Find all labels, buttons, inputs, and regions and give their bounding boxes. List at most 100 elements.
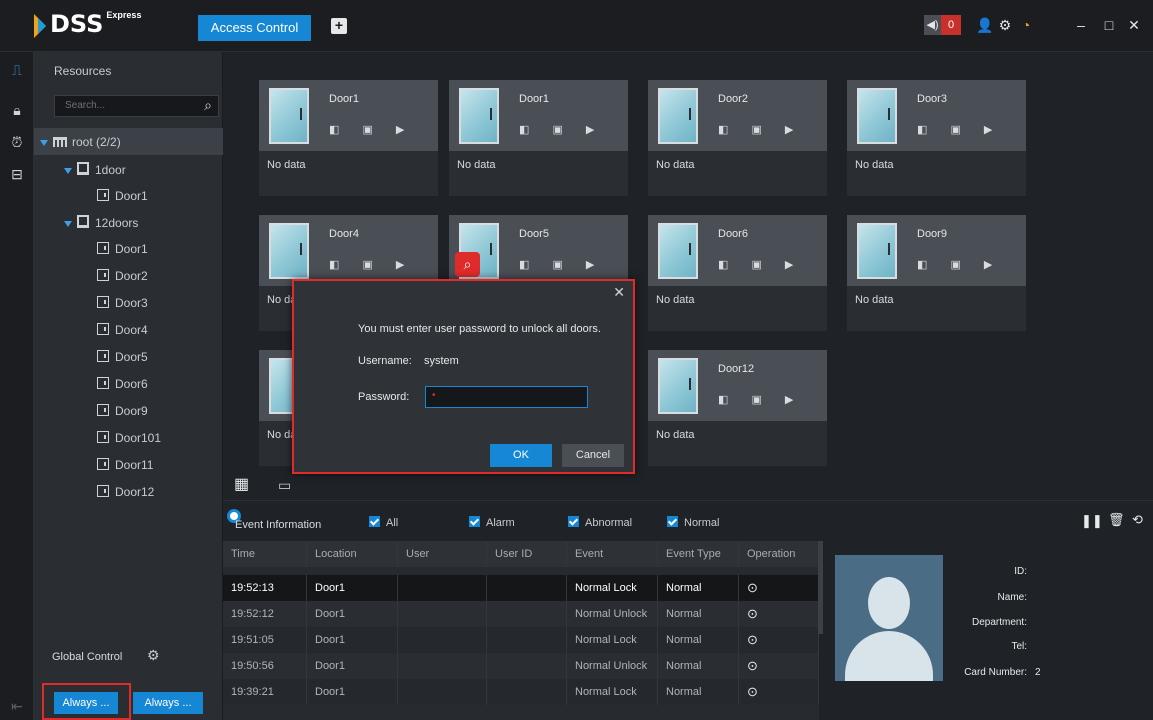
filter-label: All [386, 517, 399, 529]
filter-abnormal-checkbox[interactable]: Abnormal [568, 516, 632, 529]
table-row[interactable]: 19:52:12 Door1 Normal Unlock Normal ⊙ [223, 601, 819, 627]
alarm-indicator[interactable]: ◀) 0 [924, 15, 961, 35]
tree-door-item[interactable]: Door1 [97, 236, 148, 262]
expand-icon[interactable] [64, 220, 72, 227]
column-header[interactable]: Time [223, 541, 307, 567]
view-icon[interactable]: ⊙ [747, 632, 758, 647]
door-control-icons[interactable]: ◧ ▣ ▶ [718, 393, 803, 406]
tree-door-item[interactable]: Door4 [97, 317, 148, 343]
minimize-icon[interactable]: – [1072, 16, 1090, 34]
briefcase-icon[interactable]: ⊟ [7, 164, 27, 184]
checkbox-icon[interactable] [469, 516, 480, 527]
search-icon[interactable]: ⌕ [204, 97, 212, 114]
door-name: Door4 [329, 228, 359, 240]
column-header[interactable]: Event Type [658, 541, 739, 567]
tree-root-item[interactable]: root (2/2) [40, 129, 121, 155]
always-close-button[interactable]: Always ... [133, 692, 203, 714]
door-control-icons[interactable]: ◧ ▣ ▶ [718, 258, 803, 271]
history-icon[interactable]: ⟲ [1132, 512, 1143, 528]
tree-group-12doors[interactable]: 12doors [64, 210, 138, 236]
search-input[interactable]: Search... ⌕ [54, 95, 219, 117]
door-image [857, 88, 897, 144]
gear-icon[interactable]: ⚙ [996, 16, 1014, 34]
table-row[interactable]: 19:52:13 Door1 Normal Lock Normal ⊙ [223, 575, 819, 601]
maximize-icon[interactable]: □ [1100, 16, 1118, 34]
door-monitor-icon[interactable]: ⎍ [7, 60, 27, 80]
column-header[interactable]: Location [307, 541, 398, 567]
door-card[interactable]: Door12 ◧ ▣ ▶ No data [648, 350, 827, 466]
table-row[interactable]: 19:51:05 Door1 Normal Lock Normal ⊙ [223, 627, 819, 653]
tree-door-item[interactable]: Door6 [97, 371, 148, 397]
tree-door-item[interactable]: Door1 [97, 183, 148, 209]
search-icon[interactable]: ⌕ [455, 252, 480, 277]
trash-icon[interactable]: 🗑︎ [1108, 512, 1125, 528]
filter-alarm-checkbox[interactable]: Alarm [469, 516, 515, 529]
pause-icon[interactable]: ❚❚ [1081, 513, 1103, 529]
close-icon[interactable]: ✕ [613, 284, 625, 301]
performance-icon[interactable]: ◔ [1017, 16, 1035, 34]
always-open-button[interactable]: Always ... [54, 692, 118, 714]
column-header[interactable]: User ID [487, 541, 567, 567]
view-icon[interactable]: ⊙ [747, 684, 758, 699]
tree-door-item[interactable]: Door11 [97, 452, 153, 478]
door-control-icons[interactable]: ◧ ▣ ▶ [917, 258, 1002, 271]
close-icon[interactable]: ✕ [1125, 16, 1143, 34]
checkbox-icon[interactable] [369, 516, 380, 527]
door-card[interactable]: Door3 ◧ ▣ ▶ No data [847, 80, 1026, 196]
door-control-icons[interactable]: ◧ ▣ ▶ [329, 123, 414, 136]
column-header[interactable]: User [398, 541, 487, 567]
checkbox-icon[interactable] [667, 516, 678, 527]
cancel-button[interactable]: Cancel [562, 444, 624, 467]
filter-all-checkbox[interactable]: All [369, 516, 398, 529]
door-control-icons[interactable]: ◧ ▣ ▶ [917, 123, 1002, 136]
view-icon[interactable]: ⊙ [747, 658, 758, 673]
view-icon[interactable]: ⊙ [747, 580, 758, 595]
gear-icon[interactable]: ⚙ [147, 647, 160, 664]
tree-group-1door[interactable]: 1door [64, 157, 126, 183]
tree-root[interactable]: root (2/2) [34, 128, 223, 155]
tree-door-item[interactable]: Door9 [97, 398, 148, 424]
door-icon [97, 458, 109, 470]
lock-icon[interactable]: 🔒︎ [7, 100, 27, 120]
door-card[interactable]: Door9 ◧ ▣ ▶ No data [847, 215, 1026, 331]
cell-time: 19:52:13 [223, 575, 307, 601]
door-status: No data [656, 159, 695, 171]
column-header[interactable]: Operation [739, 541, 819, 567]
door-control-icons[interactable]: ◧ ▣ ▶ [329, 258, 414, 271]
grid-view-icon[interactable]: ▦ [234, 477, 250, 493]
view-icon[interactable]: ⊙ [747, 606, 758, 621]
door-control-icons[interactable]: ◧ ▣ ▶ [718, 123, 803, 136]
ok-button[interactable]: OK [490, 444, 552, 467]
add-tab-button[interactable]: + [331, 18, 347, 34]
door-icon [97, 296, 109, 308]
user-icon[interactable]: 👤 [976, 16, 994, 34]
filter-normal-checkbox[interactable]: Normal [667, 516, 719, 529]
column-header[interactable]: Event [567, 541, 658, 567]
door-card[interactable]: Door2 ◧ ▣ ▶ No data [648, 80, 827, 196]
expand-icon[interactable] [40, 139, 48, 146]
door-card[interactable]: Door1 ◧ ▣ ▶ No data [259, 80, 438, 196]
door-control-icons[interactable]: ◧ ▣ ▶ [519, 258, 604, 271]
screen-view-icon[interactable]: ▭ [278, 477, 294, 493]
tree-door-item[interactable]: Door3 [97, 290, 148, 316]
door-card[interactable]: Door6 ◧ ▣ ▶ No data [648, 215, 827, 331]
table-row[interactable]: 19:39:21 Door1 Normal Lock Normal ⊙ [223, 679, 819, 705]
tree-door-item[interactable]: Door12 [97, 479, 154, 505]
cell-user-id [487, 575, 567, 601]
password-field[interactable]: • [425, 386, 588, 408]
checkbox-icon[interactable] [568, 516, 579, 527]
door-control-icons[interactable]: ◧ ▣ ▶ [519, 123, 604, 136]
table-scrollbar[interactable] [818, 541, 823, 634]
door-name: Door1 [519, 93, 549, 105]
door-card[interactable]: Door1 ◧ ▣ ▶ No data [449, 80, 628, 196]
door-icon [97, 323, 109, 335]
tree-door-item[interactable]: Door2 [97, 263, 148, 289]
table-row[interactable]: 19:50:56 Door1 Normal Unlock Normal ⊙ [223, 653, 819, 679]
alarm-clock-icon[interactable]: ⏰︎ [7, 132, 27, 152]
collapse-panel-icon[interactable]: ⇤ [7, 696, 27, 716]
tab-access-control[interactable]: Access Control [198, 15, 311, 41]
tree-door-item[interactable]: Door5 [97, 344, 148, 370]
tree-door-item[interactable]: Door101 [97, 425, 161, 451]
username-value: system [424, 355, 459, 367]
expand-icon[interactable] [64, 167, 72, 174]
